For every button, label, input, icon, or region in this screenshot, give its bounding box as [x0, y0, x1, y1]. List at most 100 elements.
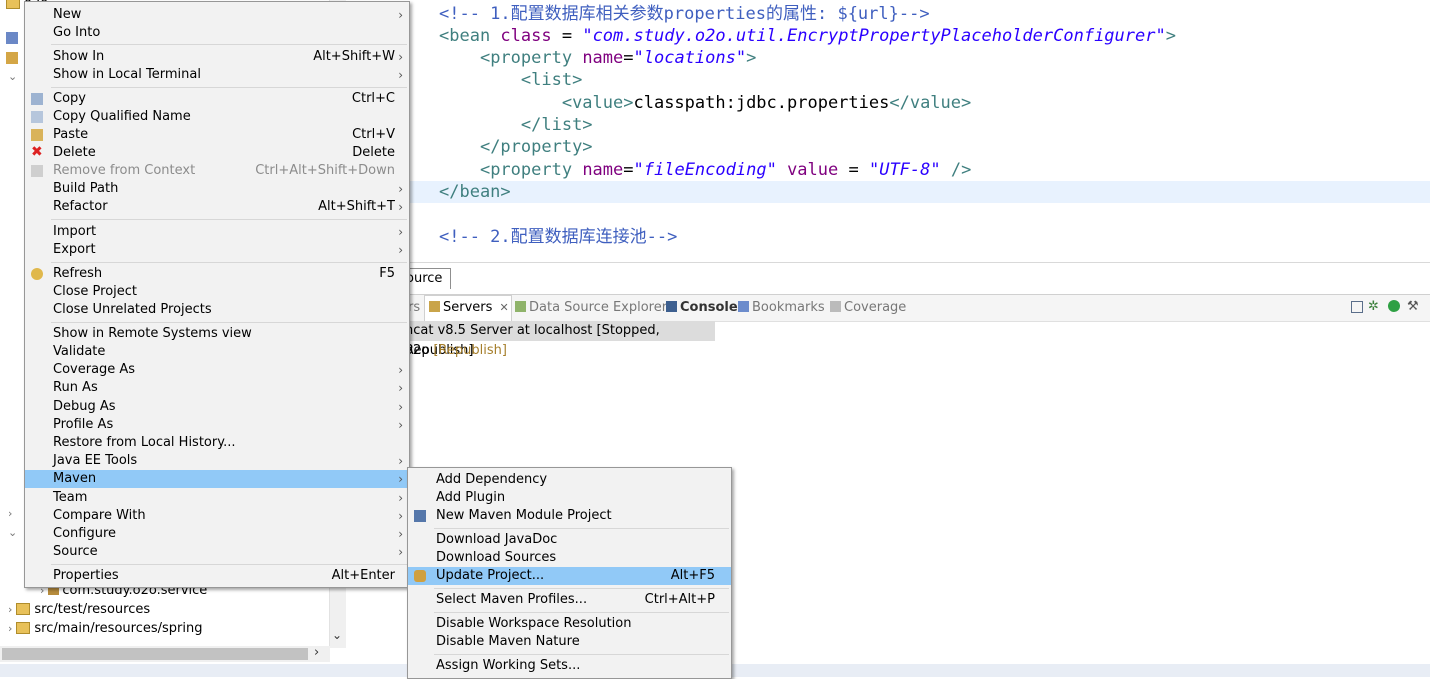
- menu-item-show-in[interactable]: Show In Alt+Shift+W ›: [25, 48, 409, 66]
- code-line[interactable]: </property>: [439, 136, 593, 158]
- submenu-arrow-icon: ›: [398, 381, 403, 395]
- code-line[interactable]: <property name="fileEncoding" value = "U…: [439, 159, 971, 181]
- code-line[interactable]: <!-- 1.配置数据库相关参数properties的属性: ${url}-->: [439, 3, 930, 25]
- submenu-arrow-icon: ›: [398, 545, 403, 559]
- menu-item-update-project[interactable]: Update Project... Alt+F5: [408, 567, 731, 585]
- submenu-arrow-icon: ›: [398, 454, 403, 468]
- menu-item-new-maven-module-project[interactable]: New Maven Module Project: [408, 507, 731, 525]
- menu-item-maven[interactable]: Maven ›: [25, 470, 409, 488]
- scroll-right-icon[interactable]: ›: [314, 645, 319, 660]
- menu-item-download-javadoc[interactable]: Download JavaDoc: [408, 531, 731, 549]
- chevron-right-icon: ›: [8, 603, 13, 616]
- menu-item-disable-workspace-resolution[interactable]: Disable Workspace Resolution: [408, 615, 731, 633]
- chevron-down-icon[interactable]: ⌄: [8, 526, 17, 539]
- chevron-down-icon[interactable]: ⌄: [8, 70, 17, 83]
- menu-item-properties[interactable]: Properties Alt+Enter: [25, 567, 409, 585]
- code-line[interactable]: <property name="locations">: [439, 47, 756, 69]
- code-line[interactable]: <!-- 2.配置数据库连接池-->: [439, 226, 677, 248]
- editor-bottom-tabs: [352, 262, 1430, 289]
- menu-item-refactor[interactable]: Refactor Alt+Shift+T ›: [25, 198, 409, 216]
- menu-item-assign-working-sets[interactable]: Assign Working Sets...: [408, 657, 731, 675]
- copy-icon: [31, 93, 43, 105]
- submenu-arrow-icon: ›: [398, 363, 403, 377]
- tree-item-src-main-resources-spring[interactable]: › src/main/resources/spring: [8, 619, 202, 638]
- submenu-arrow-icon: ›: [398, 491, 403, 505]
- menu-item-import[interactable]: Import ›: [25, 223, 409, 241]
- tab-coverage[interactable]: Coverage: [830, 300, 906, 315]
- menu-item-restore-from-local-history[interactable]: Restore from Local History...: [25, 434, 409, 452]
- tree-item-src-test-resources[interactable]: › src/test/resources: [8, 600, 150, 619]
- submenu-arrow-icon: ›: [398, 200, 403, 214]
- menu-item-validate[interactable]: Validate: [25, 343, 409, 361]
- menu-item-go-into[interactable]: Go Into: [25, 24, 409, 42]
- submenu-arrow-icon: ›: [398, 50, 403, 64]
- debug-server-icon[interactable]: ✲: [1368, 299, 1379, 314]
- start-server-icon[interactable]: [1388, 300, 1400, 312]
- menu-item-close-project[interactable]: Close Project: [25, 283, 409, 301]
- menu-item-copy[interactable]: Copy Ctrl+C: [25, 90, 409, 108]
- code-line[interactable]: </bean>: [439, 181, 511, 203]
- remove-context-icon: [31, 165, 43, 177]
- menu-item-team[interactable]: Team ›: [25, 489, 409, 507]
- menu-item-compare-with[interactable]: Compare With ›: [25, 507, 409, 525]
- server-row-tomcat[interactable]: ncat v8.5 Server at localhost [Stopped, …: [405, 321, 715, 358]
- menu-item-run-as[interactable]: Run As ›: [25, 379, 409, 397]
- menu-separator: [434, 654, 729, 655]
- code-line[interactable]: <list>: [439, 69, 582, 91]
- scrollbar-thumb[interactable]: [2, 648, 308, 660]
- menu-item-paste[interactable]: Paste Ctrl+V: [25, 126, 409, 144]
- submenu-arrow-icon: ›: [398, 527, 403, 541]
- code-line[interactable]: <value>classpath:jdbc.properties</value>: [439, 92, 971, 114]
- menu-item-remove-from-context[interactable]: Remove from Context Ctrl+Alt+Shift+Down: [25, 162, 409, 180]
- profile-server-icon[interactable]: ⚒: [1407, 299, 1419, 314]
- menu-item-delete[interactable]: ✖ Delete Delete: [25, 144, 409, 162]
- update-project-icon: [414, 570, 426, 582]
- menu-item-export[interactable]: Export ›: [25, 241, 409, 259]
- menu-item-disable-maven-nature[interactable]: Disable Maven Nature: [408, 633, 731, 651]
- menu-item-select-maven-profiles[interactable]: Select Maven Profiles... Ctrl+Alt+P: [408, 591, 731, 609]
- scroll-down-icon[interactable]: ⌄: [332, 628, 342, 642]
- menu-item-build-path[interactable]: Build Path ›: [25, 180, 409, 198]
- chevron-right-icon[interactable]: ›: [8, 507, 12, 520]
- tab-console[interactable]: Console: [666, 300, 738, 315]
- context-menu: New › Go Into Show In Alt+Shift+W › Show in…: [24, 1, 410, 588]
- submenu-arrow-icon: ›: [398, 472, 403, 486]
- submenu-arrow-icon: ›: [398, 68, 403, 82]
- menu-item-new[interactable]: New ›: [25, 6, 409, 24]
- server-module-o2o[interactable]: o2o [Republish]: [405, 341, 507, 361]
- tab-data-source-explorer[interactable]: Data Source Explorer: [515, 300, 667, 315]
- code-line[interactable]: </list>: [439, 114, 593, 136]
- menu-item-coverage-as[interactable]: Coverage As ›: [25, 361, 409, 379]
- code-line[interactable]: <bean class = "com.study.o2o.util.Encryp…: [439, 25, 1176, 47]
- menu-item-refresh[interactable]: Refresh F5: [25, 265, 409, 283]
- menu-separator: [434, 588, 729, 589]
- menu-separator: [51, 564, 407, 565]
- current-line-highlight: [396, 181, 1430, 203]
- folder-icon: [16, 602, 31, 615]
- close-icon[interactable]: ✕: [500, 301, 509, 314]
- tab-bookmarks[interactable]: Bookmarks: [738, 300, 825, 315]
- coverage-icon: [830, 301, 841, 312]
- menu-item-copy-qualified-name[interactable]: Copy Qualified Name: [25, 108, 409, 126]
- menu-item-download-sources[interactable]: Download Sources: [408, 549, 731, 567]
- menu-separator: [51, 219, 407, 220]
- menu-item-show-in-local-terminal[interactable]: Show in Local Terminal ›: [25, 66, 409, 84]
- menu-item-debug-as[interactable]: Debug As ›: [25, 398, 409, 416]
- tab-servers-label[interactable]: Servers ✕: [429, 300, 509, 315]
- tab-source[interactable]: ource: [405, 268, 451, 289]
- project-icon: [6, 0, 20, 9]
- menu-item-add-plugin[interactable]: Add Plugin: [408, 489, 731, 507]
- library-icon: [6, 52, 18, 64]
- console-icon: [666, 301, 677, 312]
- menu-item-source[interactable]: Source ›: [25, 543, 409, 561]
- menu-separator: [51, 87, 407, 88]
- menu-item-configure[interactable]: Configure ›: [25, 525, 409, 543]
- submenu-arrow-icon: ›: [398, 418, 403, 432]
- menu-item-add-dependency[interactable]: Add Dependency: [408, 471, 731, 489]
- menu-item-show-in-remote-systems[interactable]: Show in Remote Systems view: [25, 325, 409, 343]
- menu-separator: [51, 44, 407, 45]
- collapse-icon[interactable]: [1351, 301, 1363, 313]
- menu-item-profile-as[interactable]: Profile As ›: [25, 416, 409, 434]
- menu-item-java-ee-tools[interactable]: Java EE Tools ›: [25, 452, 409, 470]
- menu-item-close-unrelated-projects[interactable]: Close Unrelated Projects: [25, 301, 409, 319]
